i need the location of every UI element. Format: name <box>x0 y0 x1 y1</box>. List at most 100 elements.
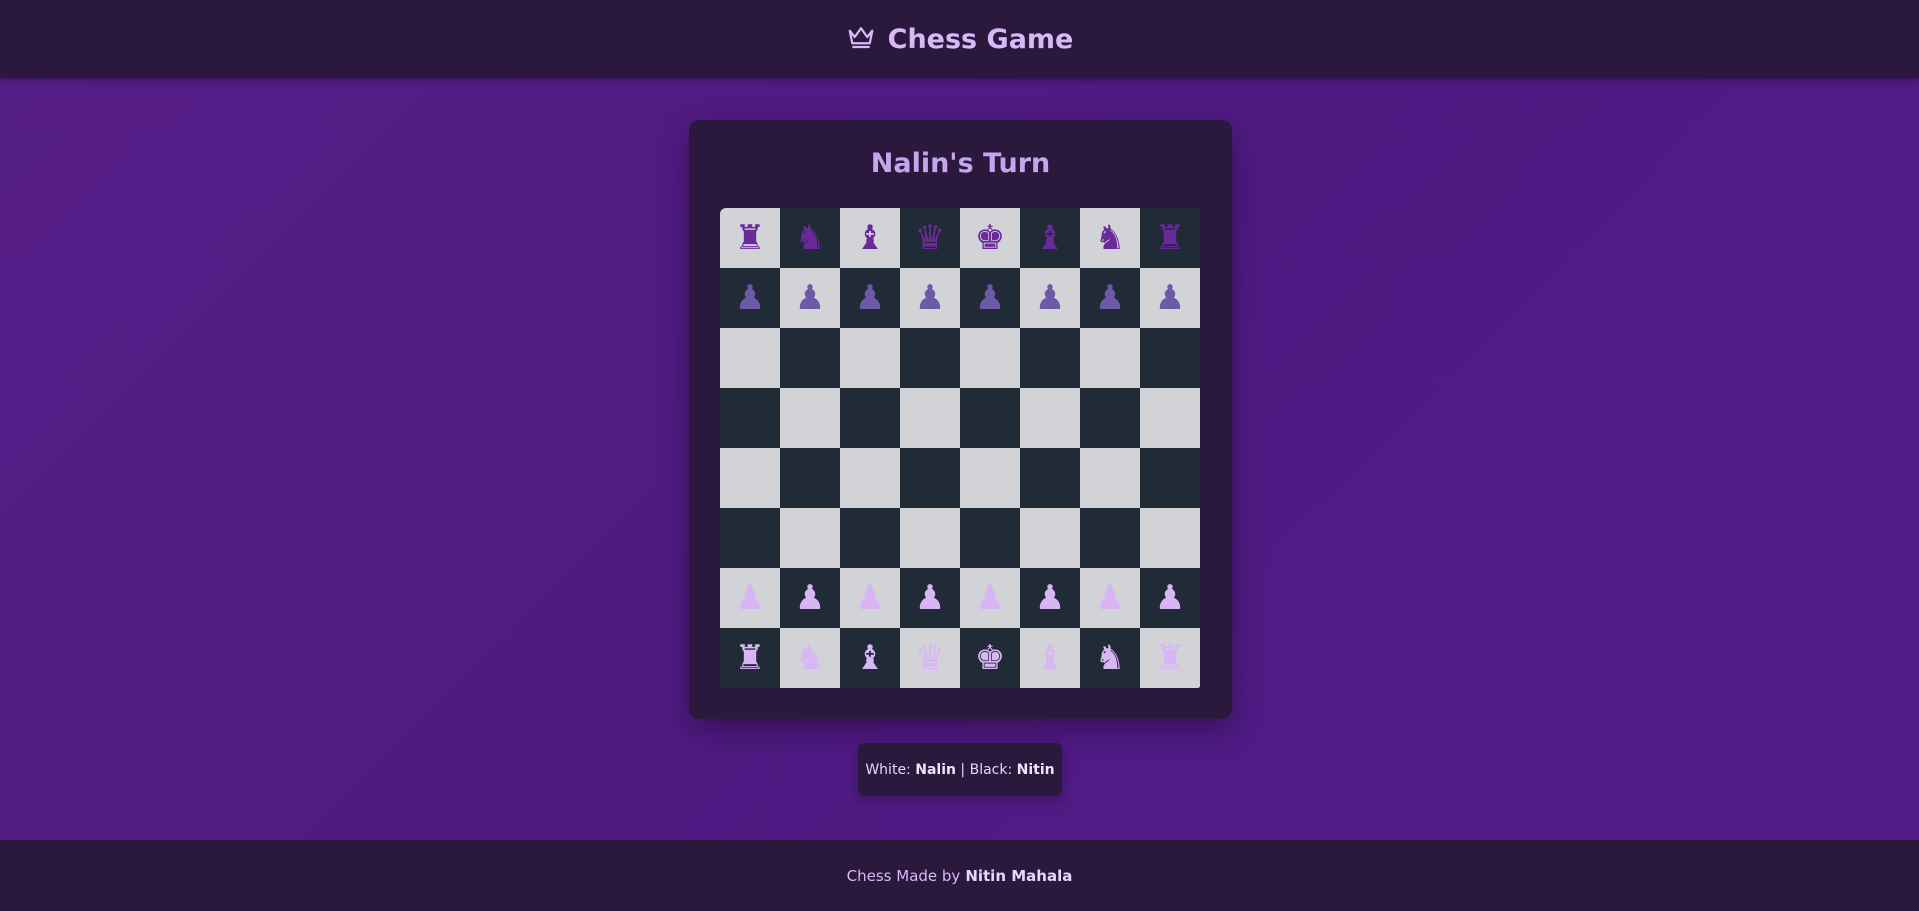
white-king-icon[interactable]: ♚ <box>975 641 1005 675</box>
square-g1[interactable]: ♞ <box>1080 628 1140 688</box>
white-pawn-icon[interactable]: ♟ <box>1155 581 1185 615</box>
square-d2[interactable]: ♟ <box>900 568 960 628</box>
square-h4[interactable] <box>1140 448 1200 508</box>
white-pawn-icon[interactable]: ♟ <box>975 581 1005 615</box>
square-a6[interactable] <box>720 328 780 388</box>
black-king-icon[interactable]: ♚ <box>975 221 1005 255</box>
square-c1[interactable]: ♝ <box>840 628 900 688</box>
black-rook-icon[interactable]: ♜ <box>1155 221 1185 255</box>
square-a7[interactable]: ♟ <box>720 268 780 328</box>
square-c4[interactable] <box>840 448 900 508</box>
square-h2[interactable]: ♟ <box>1140 568 1200 628</box>
black-queen-icon[interactable]: ♛ <box>915 221 945 255</box>
square-f2[interactable]: ♟ <box>1020 568 1080 628</box>
square-g5[interactable] <box>1080 388 1140 448</box>
square-g4[interactable] <box>1080 448 1140 508</box>
square-d1[interactable]: ♛ <box>900 628 960 688</box>
black-pawn-icon[interactable]: ♟ <box>1155 281 1185 315</box>
square-b5[interactable] <box>780 388 840 448</box>
square-b7[interactable]: ♟ <box>780 268 840 328</box>
square-a4[interactable] <box>720 448 780 508</box>
square-g6[interactable] <box>1080 328 1140 388</box>
black-bishop-icon[interactable]: ♝ <box>1035 221 1065 255</box>
white-bishop-icon[interactable]: ♝ <box>1035 641 1065 675</box>
black-pawn-icon[interactable]: ♟ <box>795 281 825 315</box>
black-rook-icon[interactable]: ♜ <box>735 221 765 255</box>
black-pawn-icon[interactable]: ♟ <box>855 281 885 315</box>
white-knight-icon[interactable]: ♞ <box>795 641 825 675</box>
square-f4[interactable] <box>1020 448 1080 508</box>
white-pawn-icon[interactable]: ♟ <box>1095 581 1125 615</box>
square-e6[interactable] <box>960 328 1020 388</box>
square-a8[interactable]: ♜ <box>720 208 780 268</box>
white-pawn-icon[interactable]: ♟ <box>915 581 945 615</box>
square-c2[interactable]: ♟ <box>840 568 900 628</box>
square-h8[interactable]: ♜ <box>1140 208 1200 268</box>
white-knight-icon[interactable]: ♞ <box>1095 641 1125 675</box>
app-title: Chess Game <box>887 23 1074 55</box>
square-d7[interactable]: ♟ <box>900 268 960 328</box>
square-b2[interactable]: ♟ <box>780 568 840 628</box>
white-player-name: Nalin <box>915 761 956 778</box>
square-c8[interactable]: ♝ <box>840 208 900 268</box>
square-d6[interactable] <box>900 328 960 388</box>
square-e4[interactable] <box>960 448 1020 508</box>
square-h3[interactable] <box>1140 508 1200 568</box>
square-e3[interactable] <box>960 508 1020 568</box>
square-g2[interactable]: ♟ <box>1080 568 1140 628</box>
turn-indicator: Nalin's Turn <box>870 148 1051 179</box>
white-pawn-icon[interactable]: ♟ <box>735 581 765 615</box>
white-pawn-icon[interactable]: ♟ <box>1035 581 1065 615</box>
square-e8[interactable]: ♚ <box>960 208 1020 268</box>
white-pawn-icon[interactable]: ♟ <box>855 581 885 615</box>
square-f7[interactable]: ♟ <box>1020 268 1080 328</box>
square-h6[interactable] <box>1140 328 1200 388</box>
square-a1[interactable]: ♜ <box>720 628 780 688</box>
square-b6[interactable] <box>780 328 840 388</box>
white-rook-icon[interactable]: ♜ <box>735 641 765 675</box>
black-knight-icon[interactable]: ♞ <box>1095 221 1125 255</box>
square-f5[interactable] <box>1020 388 1080 448</box>
square-c7[interactable]: ♟ <box>840 268 900 328</box>
square-f1[interactable]: ♝ <box>1020 628 1080 688</box>
white-rook-icon[interactable]: ♜ <box>1155 641 1185 675</box>
square-d3[interactable] <box>900 508 960 568</box>
black-pawn-icon[interactable]: ♟ <box>915 281 945 315</box>
black-knight-icon[interactable]: ♞ <box>795 221 825 255</box>
square-a5[interactable] <box>720 388 780 448</box>
square-e1[interactable]: ♚ <box>960 628 1020 688</box>
square-e2[interactable]: ♟ <box>960 568 1020 628</box>
square-h5[interactable] <box>1140 388 1200 448</box>
square-b1[interactable]: ♞ <box>780 628 840 688</box>
black-pawn-icon[interactable]: ♟ <box>1035 281 1065 315</box>
square-g3[interactable] <box>1080 508 1140 568</box>
square-b3[interactable] <box>780 508 840 568</box>
square-e7[interactable]: ♟ <box>960 268 1020 328</box>
square-f6[interactable] <box>1020 328 1080 388</box>
square-g7[interactable]: ♟ <box>1080 268 1140 328</box>
square-h1[interactable]: ♜ <box>1140 628 1200 688</box>
square-a3[interactable] <box>720 508 780 568</box>
square-c6[interactable] <box>840 328 900 388</box>
square-e5[interactable] <box>960 388 1020 448</box>
square-d5[interactable] <box>900 388 960 448</box>
square-b4[interactable] <box>780 448 840 508</box>
square-f8[interactable]: ♝ <box>1020 208 1080 268</box>
black-pawn-icon[interactable]: ♟ <box>975 281 1005 315</box>
square-f3[interactable] <box>1020 508 1080 568</box>
white-bishop-icon[interactable]: ♝ <box>855 641 885 675</box>
square-d4[interactable] <box>900 448 960 508</box>
white-pawn-icon[interactable]: ♟ <box>795 581 825 615</box>
square-c5[interactable] <box>840 388 900 448</box>
square-h7[interactable]: ♟ <box>1140 268 1200 328</box>
square-d8[interactable]: ♛ <box>900 208 960 268</box>
white-queen-icon[interactable]: ♛ <box>915 641 945 675</box>
square-a2[interactable]: ♟ <box>720 568 780 628</box>
square-g8[interactable]: ♞ <box>1080 208 1140 268</box>
black-bishop-icon[interactable]: ♝ <box>855 221 885 255</box>
square-c3[interactable] <box>840 508 900 568</box>
black-pawn-icon[interactable]: ♟ <box>1095 281 1125 315</box>
square-b8[interactable]: ♞ <box>780 208 840 268</box>
players-info: White: Nalin | Black: Nitin <box>858 743 1062 796</box>
black-pawn-icon[interactable]: ♟ <box>735 281 765 315</box>
